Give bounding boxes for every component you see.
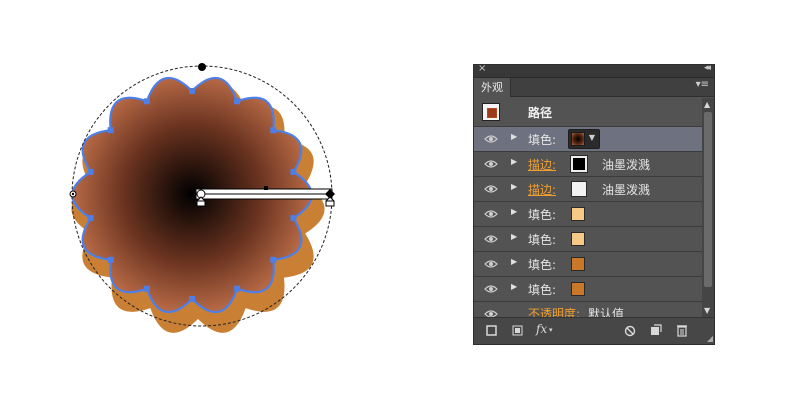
gradient-origin-dot — [189, 192, 193, 196]
collapse-icon[interactable]: ◂◂ — [704, 63, 711, 73]
expand-triangle-icon[interactable]: ▶ — [511, 257, 517, 266]
eye-icon[interactable] — [484, 208, 498, 220]
chevron-down-icon: ▼ — [588, 133, 595, 142]
clear-appearance-icon[interactable] — [624, 325, 636, 337]
anchor-point[interactable] — [189, 88, 195, 94]
brush-name: 油墨泼溅 — [602, 183, 651, 197]
fill-color-dropdown[interactable]: ▼ — [568, 129, 600, 149]
anchor-point[interactable] — [87, 215, 94, 222]
row-label: 填色: — [528, 258, 557, 272]
gradient-midpoint-handle[interactable] — [264, 186, 268, 190]
eye-icon[interactable] — [484, 258, 498, 270]
header-title: 路径 — [528, 106, 553, 120]
row-label: 填色: — [528, 133, 557, 147]
expand-triangle-icon[interactable]: ▶ — [511, 232, 517, 241]
left-handle-dot — [71, 192, 75, 196]
appearance-row-fill[interactable]: ▶ 填色: — [474, 277, 702, 302]
appearance-row-fill[interactable]: ▶ 填色: — [474, 252, 702, 277]
scroll-thumb[interactable] — [704, 112, 712, 287]
row-label[interactable]: 描边: — [528, 181, 556, 198]
eye-icon[interactable] — [484, 283, 498, 295]
path-thumbnail-icon — [482, 103, 500, 121]
panel-scrollbar[interactable]: ▲ ▼ — [702, 98, 714, 317]
fx-dropdown-icon[interactable]: ▾ — [549, 326, 553, 334]
expand-triangle-icon[interactable]: ▶ — [511, 282, 517, 291]
row-label[interactable]: 描边: — [528, 156, 556, 173]
eye-icon[interactable] — [484, 233, 498, 245]
appearance-row-stroke[interactable]: ▶ 描边: 油墨泼溅 — [474, 177, 702, 202]
appearance-row-stroke[interactable]: ▶ 描边: 油墨泼溅 — [474, 152, 702, 177]
fill-swatch[interactable] — [571, 257, 585, 271]
top-anchor-point[interactable] — [198, 63, 206, 71]
appearance-row-fill[interactable]: ▶ 填色: — [474, 227, 702, 252]
expand-triangle-icon[interactable]: ▶ — [511, 157, 517, 166]
row-label: 填色: — [528, 283, 557, 297]
fill-swatch[interactable] — [571, 232, 585, 246]
anchor-point[interactable] — [234, 98, 241, 105]
brush-name: 油墨泼溅 — [602, 158, 651, 172]
anchor-point[interactable] — [290, 215, 297, 222]
expand-triangle-icon[interactable]: ▶ — [511, 207, 517, 216]
resize-grip-icon[interactable]: ◢ — [707, 334, 713, 343]
appearance-header[interactable]: 路径 — [474, 98, 702, 127]
appearance-list: 路径 ▶ 填色: ▼ ▶ 描边: 油墨泼溅 ▶ 描边: 油墨泼溅 ▶ 填色: ▶ 填色: ▶ 填色: ▶ 填色:… — [474, 98, 702, 317]
row-label: 填色: — [528, 208, 557, 222]
expand-triangle-icon[interactable]: ▶ — [511, 182, 517, 191]
close-icon[interactable]: × — [478, 63, 486, 74]
panel-titlebar[interactable]: × ◂◂ — [474, 63, 714, 78]
anchor-point[interactable] — [270, 127, 277, 134]
anchor-point[interactable] — [107, 127, 114, 134]
anchor-point[interactable] — [234, 285, 241, 292]
eye-icon[interactable] — [484, 158, 498, 170]
add-fill-icon[interactable] — [512, 325, 523, 336]
anchor-point[interactable] — [107, 256, 114, 263]
row-label: 填色: — [528, 233, 557, 247]
appearance-row-fill[interactable]: ▶ 填色: ▼ — [474, 127, 702, 152]
appearance-row-opacity[interactable]: 不透明度: 默认值 — [474, 302, 702, 317]
panel-menu-icon[interactable]: ▾≡ — [696, 79, 709, 90]
anchor-point[interactable] — [290, 168, 297, 175]
fill-swatch — [571, 132, 585, 146]
delete-item-icon[interactable] — [676, 324, 688, 337]
panel-bottom-toolbar: fx ▾ ◢ — [474, 317, 714, 344]
stroke-swatch[interactable] — [571, 181, 587, 197]
add-effect-button[interactable]: fx — [536, 322, 547, 336]
eye-icon[interactable] — [484, 308, 498, 317]
anchor-point[interactable] — [189, 296, 195, 302]
appearance-panel: × ◂◂ 外观 ▾≡ 路径 ▶ 填色: ▼ ▶ 描边: 油墨泼溅 ▶ 描边: 油墨泼溅 ▶ 填色: ▶… — [473, 63, 715, 345]
anchor-point[interactable] — [143, 285, 150, 292]
opacity-label[interactable]: 不透明度: — [528, 305, 580, 317]
eye-icon[interactable] — [484, 183, 498, 195]
anchor-point[interactable] — [270, 256, 277, 263]
eye-icon[interactable] — [484, 133, 498, 145]
stroke-swatch[interactable] — [570, 155, 588, 173]
appearance-row-fill[interactable]: ▶ 填色: — [474, 202, 702, 227]
anchor-point[interactable] — [143, 98, 150, 105]
opacity-value: 默认值 — [588, 307, 625, 317]
fill-swatch[interactable] — [571, 207, 585, 221]
artboard[interactable] — [0, 0, 460, 408]
fill-swatch[interactable] — [571, 282, 585, 296]
tab-appearance[interactable]: 外观 — [474, 78, 511, 97]
scroll-up-icon[interactable]: ▲ — [704, 100, 710, 109]
panel-tabbar: 外观 ▾≡ — [474, 78, 714, 97]
scroll-down-icon[interactable]: ▼ — [704, 306, 710, 315]
add-stroke-icon[interactable] — [486, 325, 497, 336]
duplicate-item-icon[interactable] — [650, 324, 662, 336]
expand-triangle-icon[interactable]: ▶ — [511, 132, 517, 141]
anchor-point[interactable] — [87, 168, 94, 175]
